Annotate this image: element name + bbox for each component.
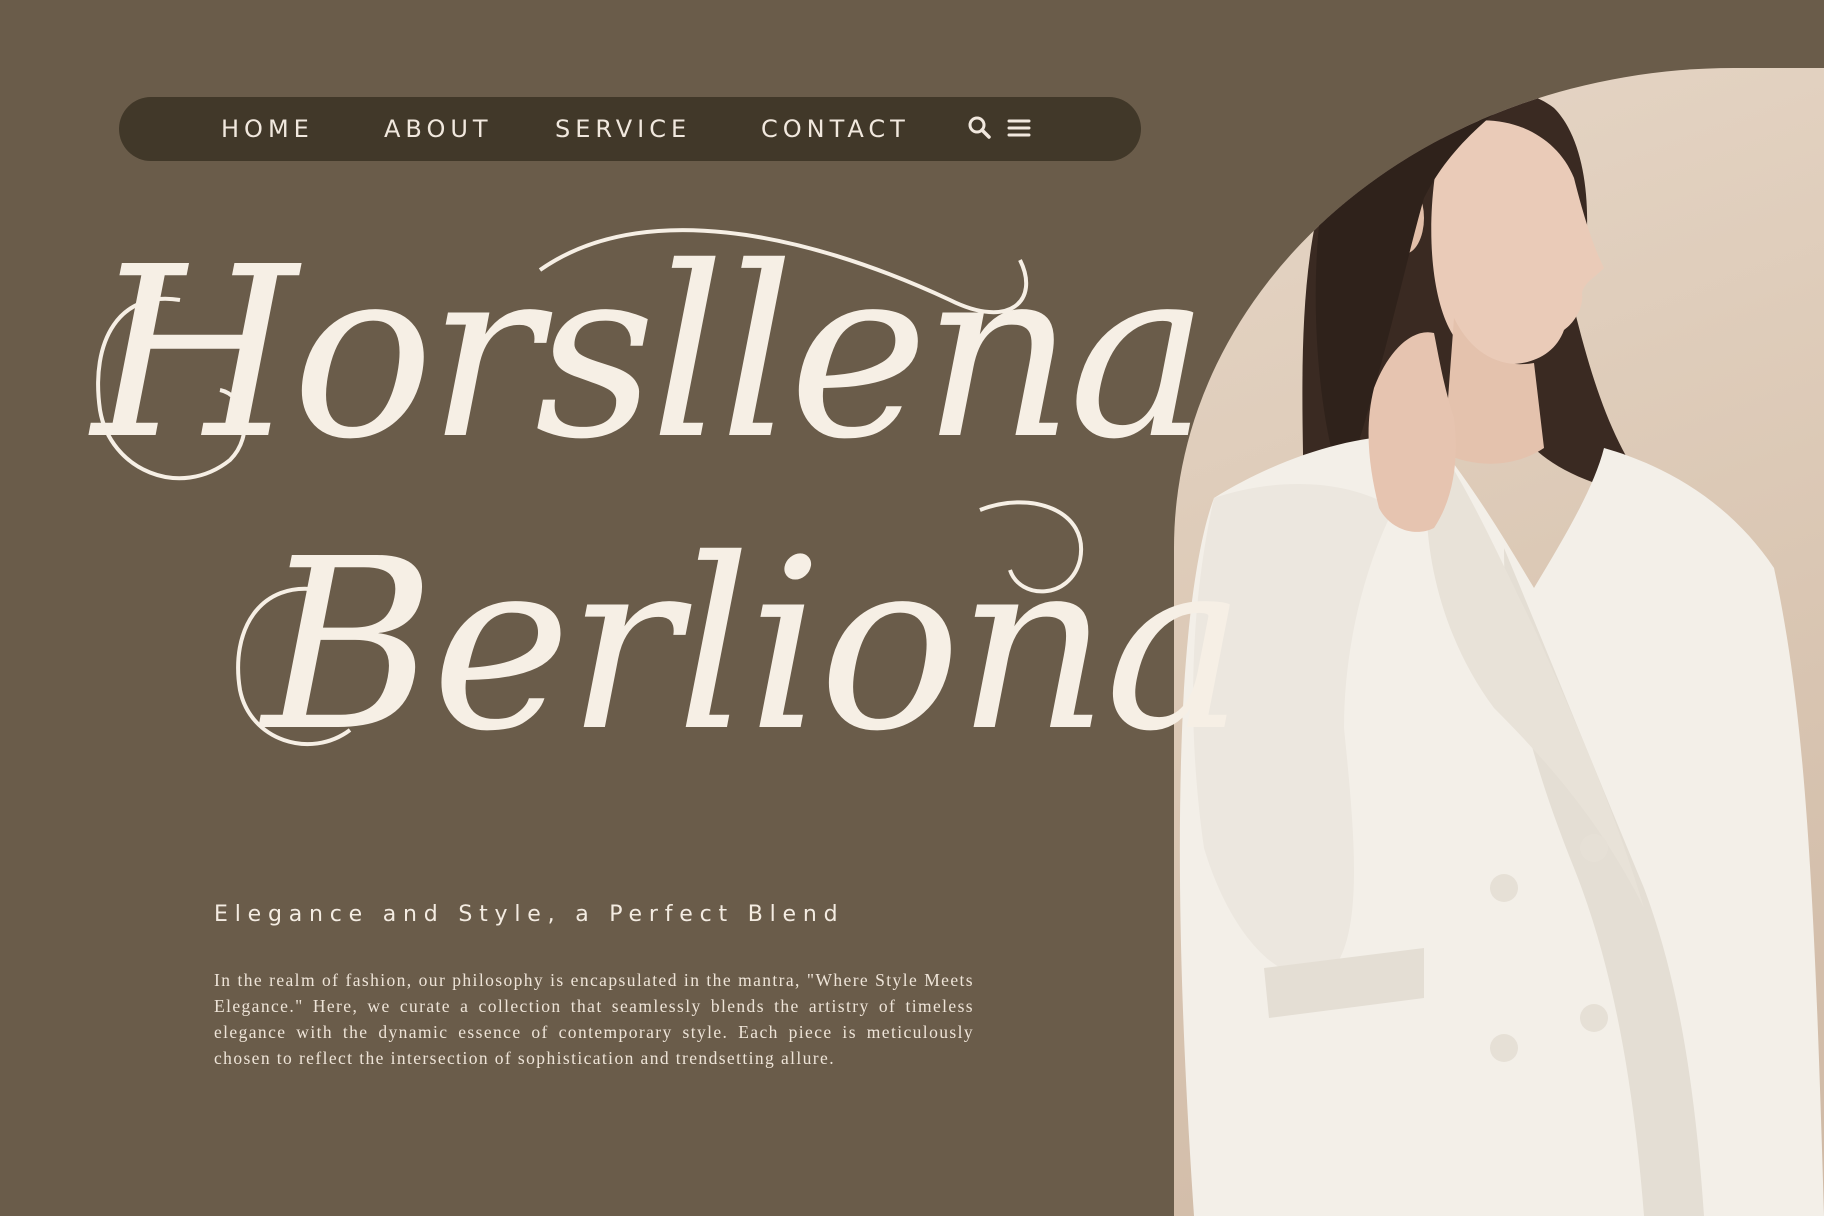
nav-item-contact[interactable]: CONTACT xyxy=(761,97,910,161)
hero-photo xyxy=(1174,68,1824,1216)
model-illustration xyxy=(1179,88,1824,1216)
hero-title-line1: Horsllena xyxy=(92,216,1209,491)
nav-item-service[interactable]: SERVICE xyxy=(555,97,691,161)
search-icon[interactable] xyxy=(965,113,995,143)
page: HOME ABOUT SERVICE CONTACT Horsllena Ber… xyxy=(0,0,1824,1216)
hero-paragraph: In the realm of fashion, our philosophy … xyxy=(214,969,974,1068)
hero-tagline: Elegance and Style, a Perfect Blend xyxy=(214,902,845,927)
menu-icon[interactable] xyxy=(1004,113,1034,143)
nav-bar: HOME ABOUT SERVICE CONTACT xyxy=(119,97,1141,161)
hero-title-line2: Berliona xyxy=(262,508,1246,783)
nav-item-home[interactable]: HOME xyxy=(221,97,314,161)
nav-item-about[interactable]: ABOUT xyxy=(384,97,493,161)
